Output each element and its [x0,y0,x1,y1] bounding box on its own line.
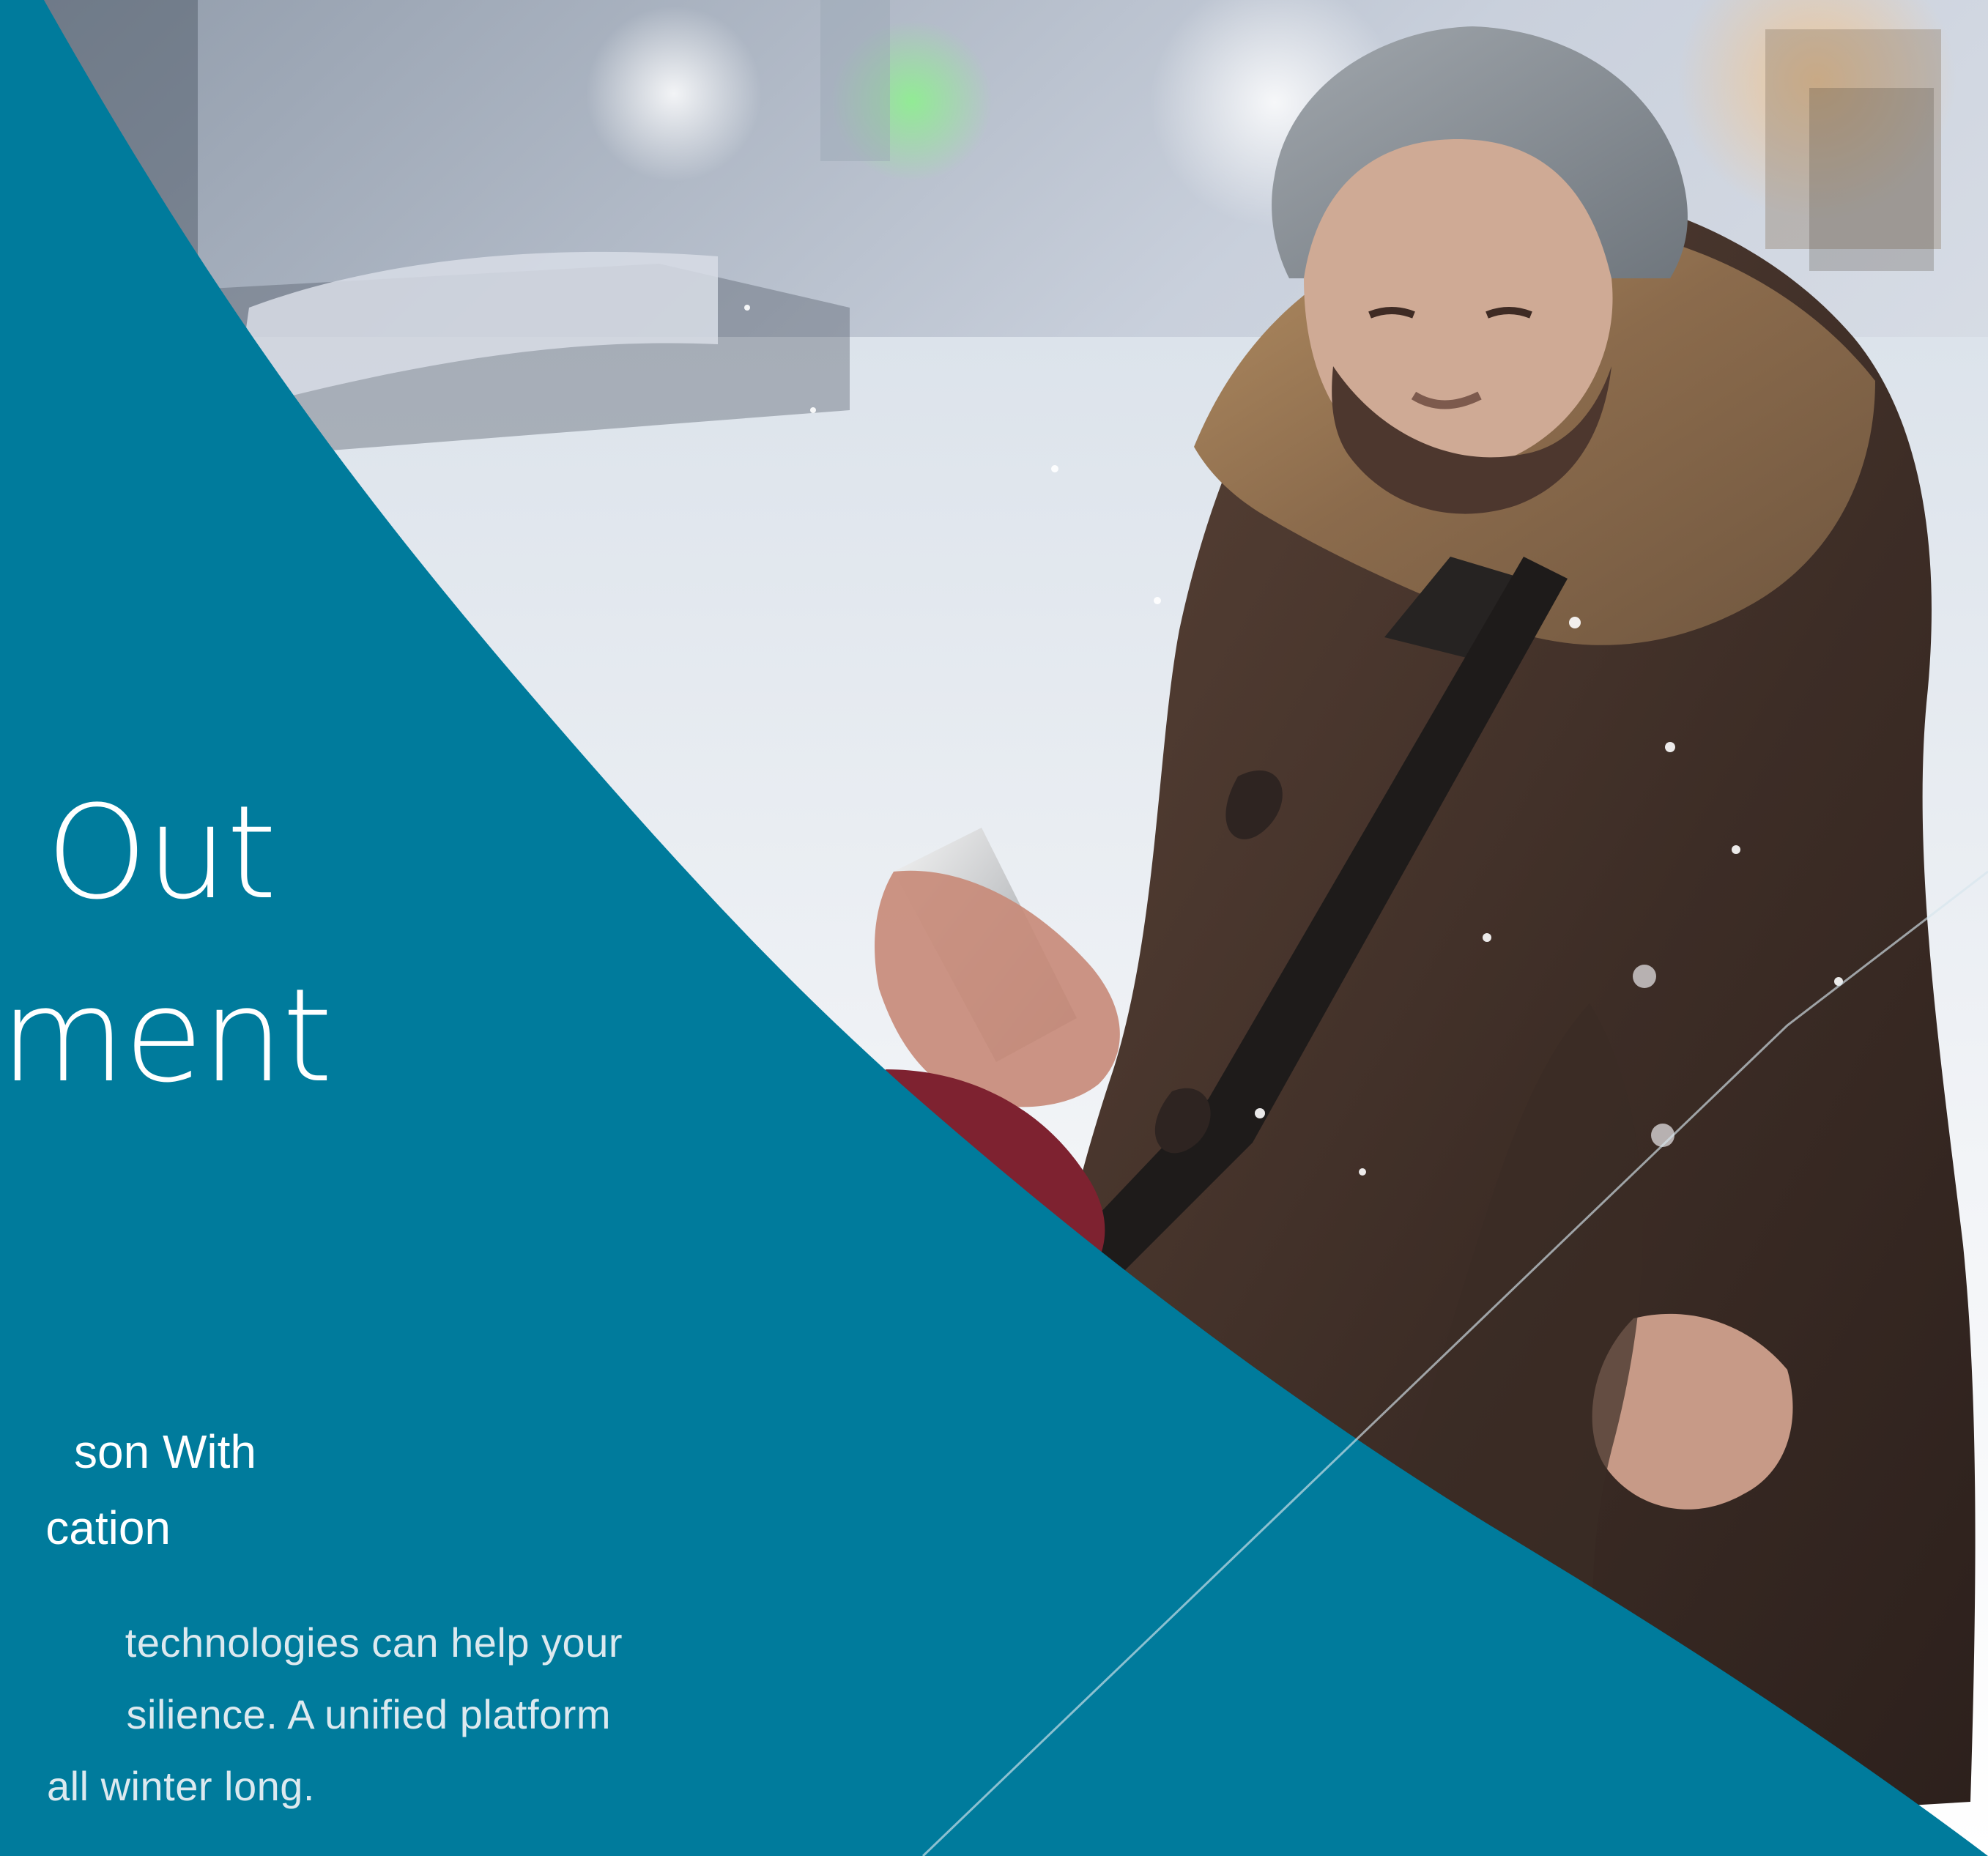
headline-line-1: Out [45,778,277,928]
subheadline-line-1: son With [74,1425,256,1478]
subheadline: son With cation [0,1414,256,1566]
headline: Out ment [0,762,337,1128]
body-line-3: all winter long. [47,1763,315,1809]
headline-line-2: ment [0,961,333,1111]
body-copy: technologies can help your silience. A u… [0,1607,623,1822]
winter-hero-page: Out ment son With cation technologies ca… [0,0,1988,1856]
subheadline-line-2: cation [45,1501,171,1554]
body-line-2: silience. A unified platform [126,1691,611,1737]
body-line-1: technologies can help your [125,1619,623,1666]
